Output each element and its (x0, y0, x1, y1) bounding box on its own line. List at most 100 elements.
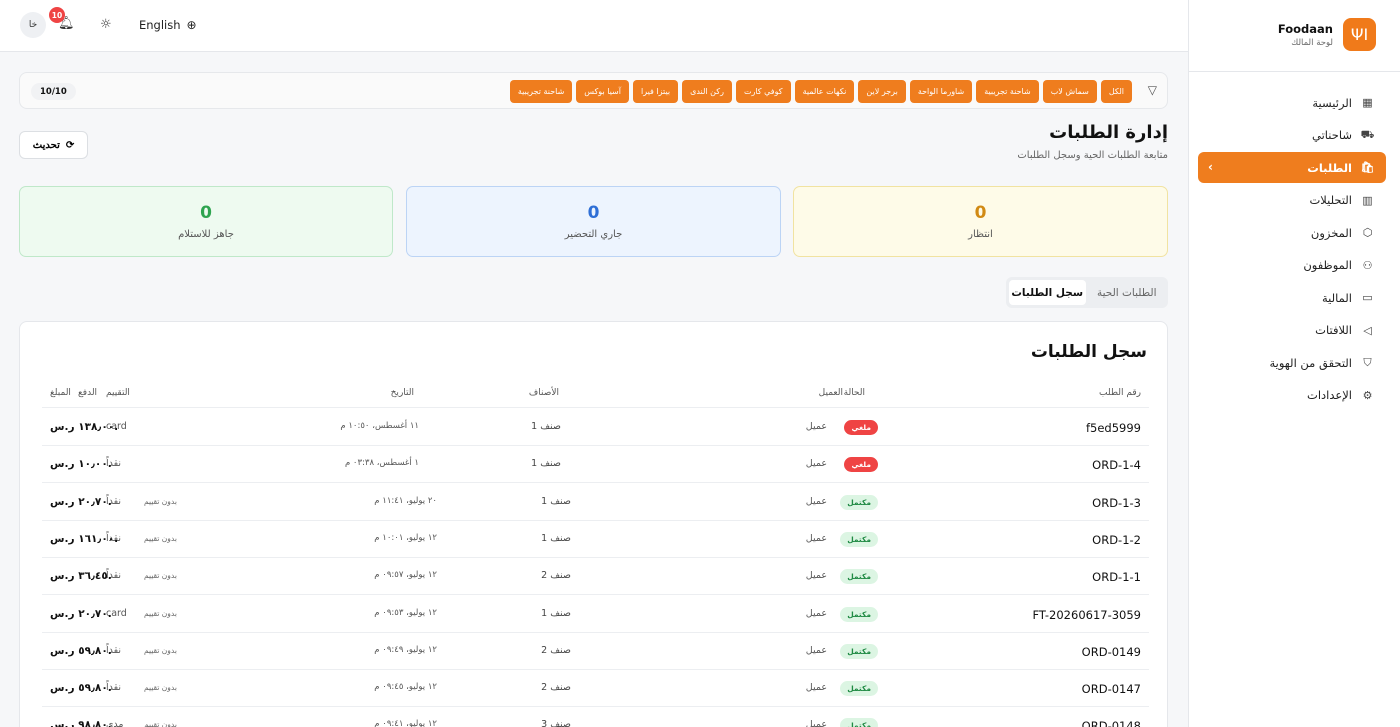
amount: ١٦١٫٠٠ ر.س. (50, 532, 119, 545)
order-id: ORD-1-1 (1092, 570, 1141, 585)
status-badge: مكتمل (840, 718, 878, 727)
items-count: 2 صنف (541, 570, 571, 582)
stat-waiting-value: 0 (974, 203, 987, 223)
col-rating: التقييم (106, 388, 130, 398)
table-row[interactable]: ORD-0149 مكتمل عميل 2 صنف ١٢ يوليو، ٠٩:٤٩ م ب… (42, 633, 1149, 670)
filter-chip[interactable]: نكهات عالمية (794, 80, 855, 103)
sidebar-item-2[interactable]: 🛍 الطلبات › (1198, 152, 1386, 183)
filter-icon: ▽ (1147, 83, 1157, 97)
customer-name: عميل (805, 682, 827, 694)
filter-chip[interactable]: آسيا بوكس (576, 80, 629, 103)
order-id: ORD-0148 (1081, 719, 1141, 727)
filter-chip[interactable]: بيتزا فيرا (632, 80, 679, 103)
sidebar-item-label: اللافتات (1315, 323, 1352, 337)
sidebar-item-label: المالية (1322, 290, 1352, 305)
col-items: الأصناف (528, 388, 559, 398)
sidebar-item-7[interactable]: ◁ اللافتات (1198, 315, 1386, 346)
table-header: رقم الطلب الحالة العميل الأصناف التاريخ … (42, 386, 1149, 408)
refresh-icon: ⟳ (65, 139, 75, 151)
rating: بدون تقييم (144, 496, 177, 506)
status-badge: مكتمل (840, 643, 878, 659)
megaphone-icon: ◁ (1363, 323, 1372, 337)
status-badge: مكتمل (840, 606, 878, 622)
rating: بدون تقييم (144, 571, 177, 581)
amount: ٥٩٫٨٠ ر.س. (50, 644, 112, 657)
brand-name: Foodaan (1277, 21, 1333, 36)
amount: ٥٩٫٨٠ ر.س. (50, 682, 112, 695)
table-row[interactable]: f5ed5999 ملغي عميل 1 صنف ١١ أغسطس، ١٠:٥٠ م ca… (42, 409, 1149, 446)
items-count: 3 صنف (541, 719, 571, 727)
filter-count: 10/10 (31, 83, 76, 100)
filter-chip[interactable]: شاحنة تجريبية (976, 80, 1039, 103)
brand[interactable]: ΨΙ Foodaan لوحة المالك (1278, 18, 1376, 51)
tab-live-orders[interactable]: الطلبات الحية (1089, 280, 1166, 305)
shopping-bag-icon: 🛍 (1360, 161, 1375, 174)
col-amount: المبلغ (50, 388, 71, 398)
stat-waiting: 0 انتظار (793, 186, 1168, 257)
order-id: ORD-0149 (1081, 644, 1141, 659)
items-count: 1 صنف (541, 532, 571, 544)
sidebar-item-6[interactable]: ▭ المالية (1198, 282, 1386, 313)
table-row[interactable]: ORD-1-2 مكتمل عميل 1 صنف ١٢ يوليو، ١٠:٠١ م بد… (42, 521, 1149, 558)
wallet-icon: ▭ (1362, 291, 1373, 304)
order-date: ١٢ يوليو، ٠٩:٤٥ م (374, 682, 437, 693)
avatar[interactable]: خا (20, 12, 46, 38)
filter-chip[interactable]: شاورما الواحة (909, 80, 973, 103)
refresh-button[interactable]: ⟳ تحديث (19, 131, 88, 159)
col-order-no: رقم الطلب (1099, 388, 1141, 398)
sidebar-item-9[interactable]: ⚙ الإعدادات (1198, 380, 1386, 411)
status-badge: مكتمل (840, 569, 878, 585)
sidebar-item-label: الإعدادات (1307, 388, 1352, 402)
items-count: 1 صنف (541, 607, 571, 619)
customer-name: عميل (805, 421, 827, 432)
sidebar-item-5[interactable]: ⚇ الموظفون (1198, 250, 1386, 281)
rating: بدون تقييم (144, 683, 177, 693)
customer-name: عميل (805, 532, 827, 544)
sidebar-item-label: التحقق من الهوية (1269, 355, 1352, 370)
amount: ٢٠٫٧٠ ر.س. (50, 607, 112, 620)
notification-badge: 10 (49, 7, 65, 23)
customer-name: عميل (805, 607, 827, 619)
language-switcher[interactable]: English ⊕ (139, 18, 197, 32)
order-id: ORD-1-2 (1092, 532, 1141, 547)
table-row[interactable]: FT-20260617-3059 مكتمل عميل 1 صنف ١٢ يوليو، … (42, 596, 1149, 633)
sidebar-item-8[interactable]: ⛉ التحقق من الهوية (1198, 347, 1386, 378)
filter-chip[interactable]: كوفي كارت (735, 80, 791, 103)
order-tabs: الطلبات الحية سجل الطلبات (1006, 277, 1168, 308)
sidebar-item-4[interactable]: ⬡ المخزون (1198, 217, 1386, 248)
sidebar: ΨΙ Foodaan لوحة المالك ▦ الرئيسية ⛟ شاحناتي… (1188, 0, 1400, 727)
brand-subtitle: لوحة المالك (1291, 37, 1333, 48)
order-date: ١١ أغسطس، ١٠:٥٠ م (340, 421, 419, 431)
sidebar-item-3[interactable]: ▥ التحليلات (1198, 185, 1386, 216)
filter-chip[interactable]: سماش لاب (1042, 80, 1097, 103)
items-count: 2 صنف (541, 644, 571, 656)
tab-order-history[interactable]: سجل الطلبات (1009, 280, 1086, 305)
table-row[interactable]: ORD-0148 مكتمل عميل 3 صنف ١٢ يوليو، ٠٩:٤١ م ب… (42, 707, 1149, 727)
stat-waiting-label: انتظار (968, 229, 993, 240)
sidebar-item-label: المخزون (1310, 225, 1352, 240)
table-row[interactable]: ORD-0147 مكتمل عميل 2 صنف ١٢ يوليو، ٠٩:٤٥ م ب… (42, 670, 1149, 708)
filter-chip[interactable]: الكل (1100, 80, 1132, 103)
grid-icon: ▦ (1362, 96, 1373, 109)
customer-name: عميل (805, 458, 827, 470)
col-payment: الدفع (78, 388, 98, 398)
sidebar-item-0[interactable]: ▦ الرئيسية (1198, 87, 1386, 118)
table-row[interactable]: ORD-1-4 ملغي عميل 1 صنف ١ أغسطس، ٠٣:٣٨ م نقدا… (42, 446, 1149, 484)
filter-chip[interactable]: ركن الندى (682, 80, 732, 103)
order-id: ORD-0147 (1081, 682, 1141, 697)
col-date: التاريخ (390, 388, 414, 398)
status-badge: مكتمل (840, 494, 878, 510)
stat-preparing-value: 0 (587, 203, 600, 223)
filter-chip[interactable]: برجر لاين (858, 80, 906, 103)
sun-icon[interactable]: ☼ (100, 17, 112, 32)
table-row[interactable]: ORD-1-3 مكتمل عميل 1 صنف ٢٠ يوليو، ١١:٤١ م بد… (42, 484, 1149, 521)
table-row[interactable]: ORD-1-1 مكتمل عميل 2 صنف ١٢ يوليو، ٠٩:٥٧ م بد… (42, 558, 1149, 596)
sidebar-item-1[interactable]: ⛟ شاحناتي (1198, 120, 1386, 151)
filter-chip[interactable]: شاحنة تجريبية (509, 80, 573, 103)
panel-title: سجل الطلبات (1030, 342, 1147, 362)
refresh-label: تحديث (32, 139, 60, 151)
sidebar-item-label: شاحناتي (1311, 128, 1352, 142)
order-date: ١٢ يوليو، ٠٩:٤١ م (374, 719, 437, 727)
order-date: ٢٠ يوليو، ١١:٤١ م (374, 495, 437, 506)
amount: ٢٠٫٧٠ ر.س. (50, 495, 112, 508)
